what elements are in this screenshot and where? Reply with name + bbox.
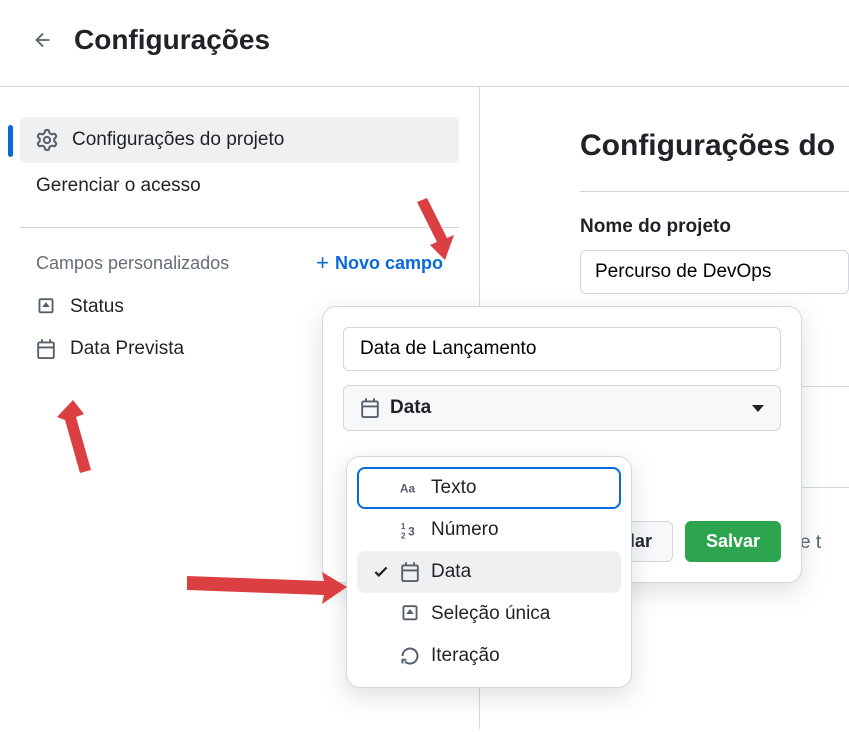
iteration-icon [393, 646, 427, 666]
option-date[interactable]: Data [357, 551, 621, 593]
text-icon: Aa [393, 477, 427, 499]
caret-down-icon [752, 405, 764, 412]
check-icon [369, 563, 393, 581]
option-text[interactable]: Aa Texto [357, 467, 621, 509]
option-iteration[interactable]: Iteração [357, 635, 621, 677]
save-button[interactable]: Salvar [685, 521, 781, 562]
field-name-input[interactable] [343, 327, 781, 371]
option-label: Seleção única [431, 603, 550, 625]
field-item-label: Data Prevista [70, 338, 184, 360]
sidebar-item-label: Gerenciar o acesso [36, 175, 201, 197]
calendar-icon [360, 398, 380, 418]
single-select-icon [36, 297, 56, 317]
calendar-icon [393, 562, 427, 582]
option-label: Número [431, 519, 499, 541]
annotation-arrow [395, 190, 465, 270]
svg-text:Aa: Aa [400, 482, 416, 496]
project-name-label: Nome do projeto [580, 216, 849, 238]
back-arrow-icon[interactable] [32, 29, 54, 51]
gear-icon [36, 129, 58, 151]
option-single-select[interactable]: Seleção única [357, 593, 621, 635]
option-label: Data [431, 561, 471, 583]
option-label: Texto [431, 477, 476, 499]
custom-fields-title: Campos personalizados [36, 253, 229, 274]
field-item-label: Status [70, 296, 124, 318]
divider [580, 191, 849, 192]
page-title: Configurações [74, 24, 270, 56]
svg-text:3: 3 [408, 525, 415, 539]
annotation-arrow [45, 395, 105, 485]
calendar-icon [36, 339, 56, 359]
annotation-arrow [182, 562, 352, 612]
sidebar-item-label: Configurações do projeto [72, 129, 284, 151]
project-name-input[interactable] [580, 250, 849, 294]
sidebar-item-project-settings[interactable]: Configurações do projeto [20, 117, 459, 163]
plus-icon: + [316, 250, 329, 276]
field-type-dropdown: Aa Texto 123 Número Data Seleção única I… [346, 456, 632, 688]
number-icon: 123 [393, 519, 427, 541]
sidebar-item-manage-access[interactable]: Gerenciar o acesso [20, 163, 459, 209]
single-select-icon [393, 604, 427, 624]
field-type-select[interactable]: Data [343, 385, 781, 431]
select-label: Data [390, 397, 431, 419]
svg-text:2: 2 [401, 531, 406, 540]
svg-text:1: 1 [401, 522, 406, 531]
option-label: Iteração [431, 645, 500, 667]
divider [20, 227, 459, 228]
option-number[interactable]: 123 Número [357, 509, 621, 551]
main-title: Configurações do [580, 129, 849, 163]
